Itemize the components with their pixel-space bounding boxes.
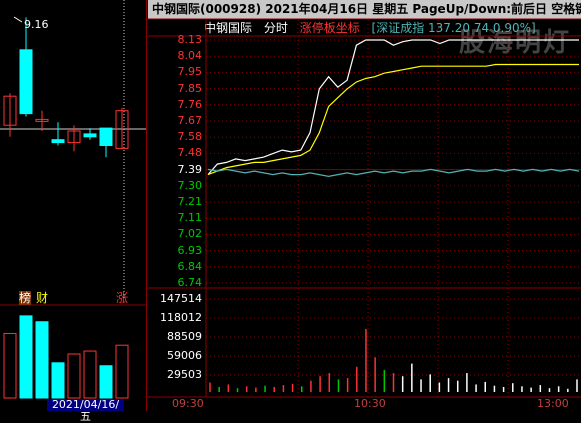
price-tick-label: 8.04 <box>177 49 203 63</box>
price-tick-label: 7.21 <box>177 195 203 208</box>
badge-bang[interactable]: 榜 <box>19 291 32 305</box>
price-tick-label: 6.84 <box>177 259 203 273</box>
price-tick-label: 7.85 <box>177 81 203 95</box>
price-tick-label: 7.30 <box>177 178 203 192</box>
kline-candle <box>99 127 113 147</box>
panel-divider[interactable] <box>146 0 147 411</box>
time-label-1300: 13:00 <box>537 397 569 410</box>
intraday-chart[interactable] <box>148 0 581 411</box>
series-line-avg <box>207 63 579 176</box>
price-tick-label: 7.48 <box>177 146 203 160</box>
kline-volume-bar <box>99 365 113 399</box>
price-tick-label: 7.58 <box>177 130 203 144</box>
kline-volume-bar <box>19 315 33 399</box>
kline-date: 2021/04/16/五 <box>47 399 124 423</box>
high-marker <box>13 16 23 23</box>
volume-tick-label: 118012 <box>160 311 202 324</box>
price-tick-label: 7.95 <box>177 65 203 79</box>
price-tick-label: 7.76 <box>177 97 203 111</box>
price-tick-label: 6.74 <box>177 276 203 289</box>
price-tick-label: 8.13 <box>177 33 203 46</box>
badge-cai[interactable]: 财 <box>36 291 48 305</box>
kline-chart[interactable] <box>0 0 146 411</box>
price-tick-label: 7.02 <box>177 227 203 241</box>
kline-candle <box>83 133 97 138</box>
series-line-index <box>207 168 580 178</box>
kline-volume-bar <box>3 332 17 399</box>
kline-volume-bar <box>67 353 81 399</box>
kline-candle <box>51 139 65 144</box>
kline-candle <box>19 49 33 115</box>
kline-volume-bar <box>115 344 129 399</box>
time-axis: 09:30 10:30 13:00 <box>148 397 581 411</box>
kline-panel[interactable]: 9.16 榜 财 涨 2021/04/16/五 <box>0 0 146 423</box>
volume-tick-label: 88509 <box>167 330 202 343</box>
badge-zhang[interactable]: 涨 <box>116 291 128 305</box>
kline-volume-bar <box>83 350 97 399</box>
time-label-0930: 09:30 <box>172 397 204 410</box>
price-tick-label: 7.67 <box>177 114 203 127</box>
kline-volume-bar <box>51 362 65 399</box>
price-tick-label: 6.93 <box>177 243 203 257</box>
kline-volume-bar <box>35 321 49 399</box>
volume-tick-label: 29503 <box>167 368 202 381</box>
volume-tick-label: 59006 <box>167 349 202 362</box>
kline-high-label: 9.16 <box>24 18 49 31</box>
price-tick-label: 7.39 <box>177 162 203 176</box>
series-line-price <box>207 39 579 175</box>
price-tick-label: 7.11 <box>177 211 203 225</box>
volume-tick-label: 147514 <box>160 292 202 305</box>
time-label-1030: 10:30 <box>354 397 386 410</box>
